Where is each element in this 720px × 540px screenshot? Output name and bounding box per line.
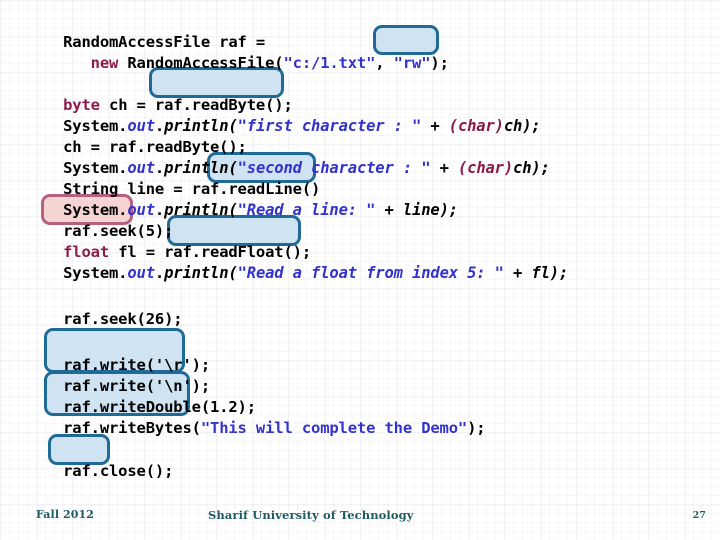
code-token: println( [164,201,238,219]
footer-term: Fall 2012 [36,508,95,521]
code-token: raf.writeBytes( [63,419,201,437]
code-string-mode: "rw" [393,54,431,72]
code-token: raf.close(); [63,462,174,480]
code-string: "first character : " [237,117,422,135]
code-cast-char: (char) [457,159,514,177]
code-keyword-new: new [90,54,119,72]
code-token: + [421,117,449,135]
code-field-out: out [127,264,155,282]
code-token: println( [164,264,238,282]
code-string: "Read a float from index 5: " [237,264,504,282]
footer-organization: Sharif University of Technology [208,508,414,522]
code-string-path: "c:/1.txt" [283,54,376,72]
code-token: + fl); [503,264,569,282]
code-string-demo: "This will complete the Demo" [200,419,468,437]
code-cast-char: (char) [448,117,504,135]
code-token: + [430,159,458,177]
code-string: "Read a line: " [237,201,376,219]
code-token: System. [63,264,128,282]
code-token: ch); [503,117,541,135]
code-token: raf.seek(26); [63,310,183,328]
slide-canvas: RandomAccessFile raf = new RandomAccessF… [0,0,720,540]
code-block: RandomAccessFile raf = new RandomAccessF… [0,0,720,490]
code-token: RandomAccessFile( [118,54,284,72]
footer-page-number: 27 [692,510,706,521]
code-token: ch); [513,159,550,177]
code-token: , [375,54,394,72]
code-token: ); [467,419,486,437]
code-token: ); [430,54,449,72]
code-token: + line); [375,201,458,219]
code-line-17: raf.close(); [8,440,173,503]
code-token: . [154,264,165,282]
